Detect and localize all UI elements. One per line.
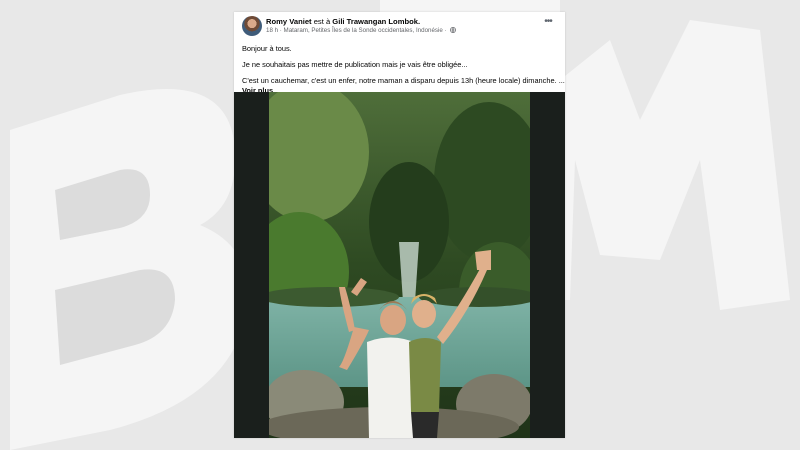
post-place: Mataram, Petites Îles de la Sonde occide… (283, 27, 443, 34)
post-paragraph: Je ne souhaitais pas mettre de publicati… (242, 60, 468, 69)
post-text: Bonjour à tous. Je ne souhaitais pas met… (234, 44, 565, 96)
author-name[interactable]: Romy Vaniet (266, 17, 312, 26)
author-avatar[interactable] (242, 16, 262, 36)
relation-text: est à (313, 17, 331, 26)
author-line: Romy Vaniet est à Gili Trawangan Lombok. (266, 17, 421, 26)
post-photo[interactable] (269, 92, 530, 438)
post-header: Romy Vaniet est à Gili Trawangan Lombok.… (234, 12, 565, 44)
more-options-icon[interactable]: ••• (541, 17, 555, 29)
post-meta: 18 h · Mataram, Petites Îles de la Sonde… (266, 27, 457, 34)
facebook-post: Romy Vaniet est à Gili Trawangan Lombok.… (234, 12, 565, 438)
post-time[interactable]: 18 h (266, 27, 278, 34)
post-photo-frame (234, 92, 565, 438)
globe-icon (450, 27, 457, 33)
location-name[interactable]: Gili Trawangan Lombok (332, 17, 418, 26)
post-paragraph: Bonjour à tous. (242, 44, 292, 53)
post-paragraph: C'est un cauchemar, c'est un enfer, notr… (242, 76, 565, 85)
